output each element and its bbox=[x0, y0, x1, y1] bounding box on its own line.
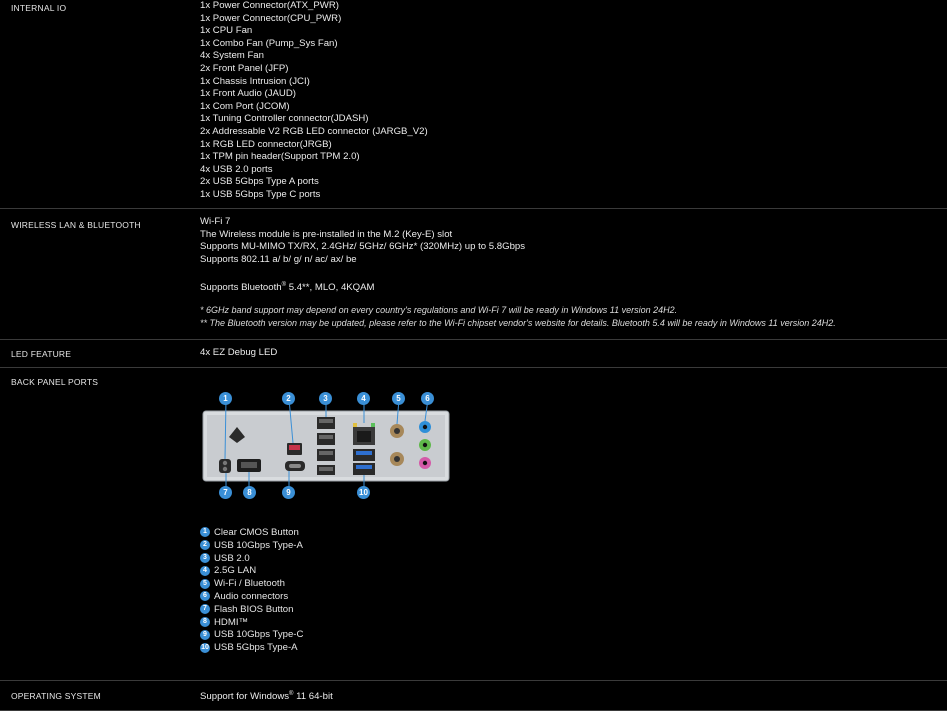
spec-table: INTERNAL IO 1x Power Connector(ATX_PWR) … bbox=[0, 0, 947, 711]
led-feature-text: 4x EZ Debug LED bbox=[200, 347, 278, 358]
list-item: 2x Front Panel (JFP) bbox=[200, 62, 289, 74]
legend-item: 4 2.5G LAN bbox=[200, 565, 256, 578]
list-item: 1x RGB LED connector(JRGB) bbox=[200, 138, 332, 150]
list-item: 1x CPU Fan bbox=[200, 25, 253, 37]
callout-10: 10 bbox=[357, 486, 370, 499]
row-label: OPERATING SYSTEM bbox=[11, 691, 101, 701]
legend-item: 7 Flash BIOS Button bbox=[200, 604, 293, 617]
row-operating-system: OPERATING SYSTEM Support for Windows® 11… bbox=[0, 680, 947, 711]
callout-4: 4 bbox=[357, 392, 370, 405]
callout-8: 8 bbox=[243, 486, 256, 499]
legend-item: 8 HDMI™ bbox=[200, 617, 248, 630]
os-value: Support for Windows® 11 64-bit bbox=[200, 688, 333, 702]
wifi-speed: Supports MU-MIMO TX/RX, 2.4GHz/ 5GHz/ 6G… bbox=[200, 241, 526, 253]
list-item: 1x Power Connector(CPU_PWR) bbox=[200, 12, 342, 24]
row-label: INTERNAL IO bbox=[11, 3, 67, 13]
row-label: LED FEATURE bbox=[11, 349, 72, 359]
list-item: 4x System Fan bbox=[200, 50, 264, 62]
callout-3: 3 bbox=[319, 392, 332, 405]
list-item: 1x Chassis Intrusion (JCI) bbox=[200, 75, 310, 87]
row-label: BACK PANEL PORTS bbox=[11, 377, 99, 387]
list-item: 1x Front Audio (JAUD) bbox=[200, 88, 296, 100]
legend-item: 6 Audio connectors bbox=[200, 591, 288, 604]
legend-item: 3 USB 2.0 bbox=[200, 553, 250, 566]
row-label: WIRELESS LAN & BLUETOOTH bbox=[11, 220, 141, 230]
list-item: 2x USB 5Gbps Type A ports bbox=[200, 176, 319, 188]
legend-item: 2 USB 10Gbps Type-A bbox=[200, 540, 303, 553]
list-item: 1x Com Port (JCOM) bbox=[200, 100, 290, 112]
os-support-text: Support for Windows® 11 64-bit bbox=[200, 691, 333, 702]
callout-5: 5 bbox=[392, 392, 405, 405]
list-item: 4x USB 2.0 ports bbox=[200, 163, 273, 175]
list-item: 1x USB 5Gbps Type C ports bbox=[200, 188, 321, 200]
wireless-details: Wi-Fi 7 The Wireless module is pre-insta… bbox=[200, 216, 836, 329]
row-internal-io: INTERNAL IO 1x Power Connector(ATX_PWR) … bbox=[0, 0, 947, 209]
internal-io-list: 1x Power Connector(ATX_PWR) 1x Power Con… bbox=[200, 0, 428, 202]
footnote-bluetooth: ** The Bluetooth version may be updated,… bbox=[200, 317, 836, 328]
row-wireless: WIRELESS LAN & BLUETOOTH Wi-Fi 7 The Wir… bbox=[0, 208, 947, 340]
bluetooth-support: Supports Bluetooth® 5.4**, MLO, 4KQAM bbox=[200, 281, 375, 293]
legend-item: 10 USB 5Gbps Type-A bbox=[200, 642, 298, 654]
row-back-panel: BACK PANEL PORTS 1 2 3 4 5 6 7 8 9 10 1 … bbox=[0, 367, 947, 681]
legend-item: 9 USB 10Gbps Type-C bbox=[200, 629, 303, 642]
legend-item: 1 Clear CMOS Button bbox=[200, 527, 299, 540]
callout-2: 2 bbox=[282, 392, 295, 405]
callout-9: 9 bbox=[282, 486, 295, 499]
io-shield-image bbox=[202, 398, 450, 487]
row-led: LED FEATURE 4x EZ Debug LED bbox=[0, 339, 947, 368]
list-item: 2x Addressable V2 RGB LED connector (JAR… bbox=[200, 125, 428, 137]
legend-item: 5 Wi-Fi / Bluetooth bbox=[200, 578, 285, 591]
wifi-standards: Supports 802.11 a/ b/ g/ n/ ac/ ax/ be bbox=[200, 253, 357, 265]
callout-1: 1 bbox=[219, 392, 232, 405]
wifi-module-note: The Wireless module is pre-installed in … bbox=[200, 228, 453, 240]
callout-6: 6 bbox=[421, 392, 434, 405]
list-item: 1x Combo Fan (Pump_Sys Fan) bbox=[200, 37, 338, 49]
callout-7: 7 bbox=[219, 486, 232, 499]
led-value: 4x EZ Debug LED bbox=[200, 347, 277, 360]
list-item: 1x TPM pin header(Support TPM 2.0) bbox=[200, 151, 360, 163]
list-item: 1x Tuning Controller connector(JDASH) bbox=[200, 113, 369, 125]
list-item: 1x Power Connector(ATX_PWR) bbox=[200, 0, 339, 11]
footnote-6ghz: * 6GHz band support may depend on every … bbox=[200, 305, 678, 316]
wifi-version: Wi-Fi 7 bbox=[200, 216, 231, 227]
